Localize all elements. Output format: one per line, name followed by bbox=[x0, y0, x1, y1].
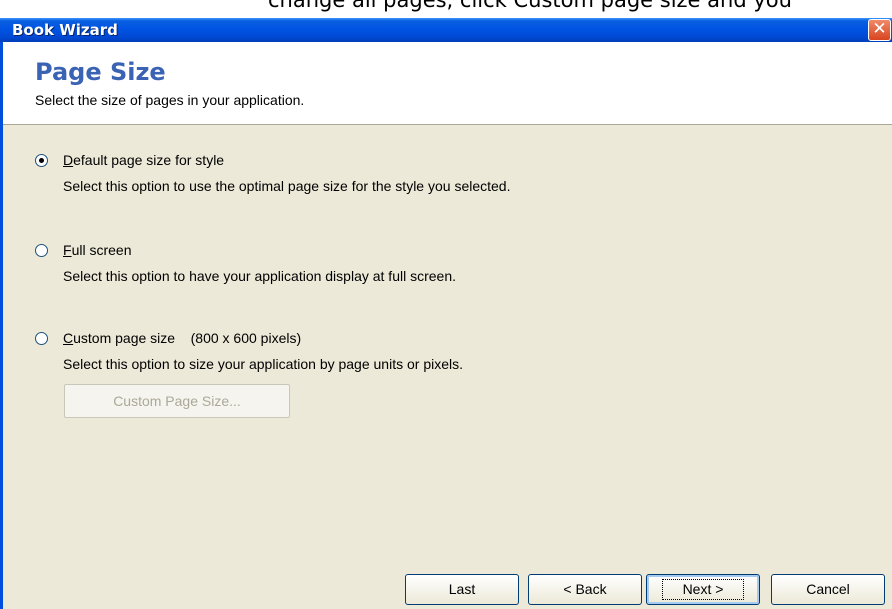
custom-page-size-button[interactable]: Custom Page Size... bbox=[64, 384, 290, 418]
page-title: Page Size bbox=[35, 58, 166, 86]
close-icon: ✕ bbox=[872, 19, 887, 39]
last-button-label: Last bbox=[448, 581, 476, 597]
next-button-label: Next > bbox=[661, 579, 745, 600]
close-button[interactable]: ✕ bbox=[868, 19, 891, 41]
radio-full-screen[interactable] bbox=[35, 244, 48, 257]
option-full-screen-description: Select this option to have your applicat… bbox=[63, 268, 457, 284]
option-custom-description: Select this option to size your applicat… bbox=[63, 356, 464, 372]
background-document-text: change all pages, click Custom page size… bbox=[268, 0, 792, 12]
radio-default-page-size[interactable] bbox=[35, 154, 48, 167]
option-full-screen-label[interactable]: Full screen bbox=[63, 242, 131, 258]
next-button[interactable]: Next > bbox=[646, 574, 760, 605]
cancel-button-label: Cancel bbox=[806, 581, 850, 597]
book-wizard-dialog: Book Wizard ✕ Page Size Select the size … bbox=[0, 18, 892, 609]
wizard-header: Page Size Select the size of pages in yo… bbox=[3, 42, 892, 125]
last-button[interactable]: Last bbox=[405, 574, 519, 605]
option-default-label[interactable]: Default page size for style bbox=[63, 152, 224, 168]
cancel-button[interactable]: Cancel bbox=[771, 574, 885, 605]
page-subtitle: Select the size of pages in your applica… bbox=[35, 92, 305, 108]
custom-page-size-button-label: Custom Page Size... bbox=[113, 393, 241, 409]
back-button-label: < Back bbox=[563, 581, 607, 597]
back-button[interactable]: < Back bbox=[528, 574, 642, 605]
radio-custom-page-size[interactable] bbox=[35, 332, 48, 345]
window-title: Book Wizard bbox=[12, 21, 118, 39]
option-default-description: Select this option to use the optimal pa… bbox=[63, 178, 511, 194]
option-custom-label[interactable]: Custom page size (800 x 600 pixels) bbox=[63, 330, 301, 346]
window-frame-left bbox=[0, 42, 3, 609]
title-bar[interactable]: Book Wizard ✕ bbox=[0, 18, 892, 42]
background-document-strip: change all pages, click Custom page size… bbox=[0, 0, 892, 18]
